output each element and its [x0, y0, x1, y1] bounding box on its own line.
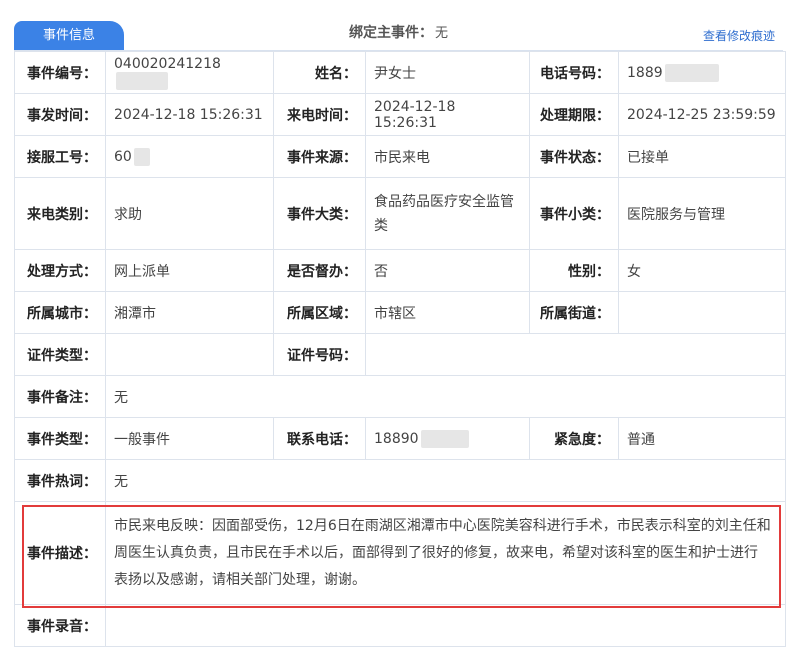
description-value: 市民来电反映：因面部受伤，12月6日在雨湖区湘潭市中心医院美容科进行手术，市民表…	[105, 501, 786, 605]
event-type-value: 一般事件	[105, 417, 274, 460]
remark-label: 事件备注：	[14, 375, 106, 418]
method-value: 网上派单	[105, 249, 274, 292]
call-type-label: 来电类别：	[14, 177, 106, 250]
bind-main-event: 绑定主事件：无	[0, 22, 797, 42]
name-value: 尹女士	[365, 51, 530, 94]
recording-label: 事件录音：	[14, 604, 106, 647]
hot-words-label: 事件热词：	[14, 459, 106, 502]
district-label: 所属区域：	[273, 291, 366, 334]
minor-cat-value: 医院服务与管理	[618, 177, 786, 250]
description-label: 事件描述：	[14, 501, 106, 605]
status-value: 已接单	[618, 135, 786, 178]
deadline-value: 2024-12-25 23:59:59	[618, 93, 786, 136]
view-history-link[interactable]: 查看修改痕迹	[703, 27, 775, 44]
agent-no-label: 接服工号：	[14, 135, 106, 178]
contact-label: 联系电话：	[273, 417, 366, 460]
table-row: 事件类型： 一般事件 联系电话： 18890 紧急度： 普通	[14, 417, 786, 460]
agent-no-text: 60	[114, 148, 132, 165]
table-row: 事件编号： 040020241218 姓名： 尹女士 电话号码： 1889	[14, 51, 786, 94]
table-row: 证件类型： 证件号码：	[14, 333, 786, 376]
status-label: 事件状态：	[529, 135, 619, 178]
table-row: 事件备注： 无	[14, 375, 786, 418]
call-time-label: 来电时间：	[273, 93, 366, 136]
call-type-value: 求助	[105, 177, 274, 250]
method-label: 处理方式：	[14, 249, 106, 292]
contact-text: 18890	[374, 430, 419, 447]
table-row: 事件热词： 无	[14, 459, 786, 502]
event-type-label: 事件类型：	[14, 417, 106, 460]
bind-main-event-value: 无	[434, 26, 448, 41]
phone-label: 电话号码：	[529, 51, 619, 94]
event-info-table: 事件编号： 040020241218 姓名： 尹女士 电话号码： 1889 事发…	[14, 51, 786, 647]
table-row: 事发时间： 2024-12-18 15:26:31 来电时间： 2024-12-…	[14, 93, 786, 136]
table-row: 事件录音：	[14, 604, 786, 647]
detail-header: 事件信息 绑定主事件：无 查看修改痕迹	[0, 0, 797, 51]
bind-main-event-label: 绑定主事件：	[348, 25, 433, 41]
contact-value: 18890	[365, 417, 530, 460]
redaction-mask	[664, 63, 719, 82]
id-type-value	[105, 333, 274, 376]
name-label: 姓名：	[273, 51, 366, 94]
agent-no-value: 60	[105, 135, 274, 178]
redaction-mask	[420, 429, 469, 448]
id-no-label: 证件号码：	[273, 333, 366, 376]
district-value: 市辖区	[365, 291, 530, 334]
major-cat-value: 食品药品医疗安全监管类	[365, 177, 530, 250]
table-row: 来电类别： 求助 事件大类： 食品药品医疗安全监管类 事件小类： 医院服务与管理	[14, 177, 786, 250]
table-row: 处理方式： 网上派单 是否督办： 否 性别： 女	[14, 249, 786, 292]
table-row: 事件描述： 市民来电反映：因面部受伤，12月6日在雨湖区湘潭市中心医院美容科进行…	[14, 501, 786, 605]
recording-value	[105, 604, 786, 647]
id-type-label: 证件类型：	[14, 333, 106, 376]
event-no-text: 040020241218	[114, 55, 221, 72]
street-value	[618, 291, 786, 334]
supervise-label: 是否督办：	[273, 249, 366, 292]
event-no-label: 事件编号：	[14, 51, 106, 94]
minor-cat-label: 事件小类：	[529, 177, 619, 250]
phone-value: 1889	[618, 51, 786, 94]
id-no-value	[365, 333, 786, 376]
table-row: 所属城市： 湘潭市 所属区域： 市辖区 所属街道：	[14, 291, 786, 334]
source-label: 事件来源：	[273, 135, 366, 178]
occur-time-label: 事发时间：	[14, 93, 106, 136]
phone-text: 1889	[627, 64, 663, 81]
redaction-mask	[133, 147, 150, 166]
hot-words-value: 无	[105, 459, 786, 502]
redaction-mask	[116, 71, 168, 90]
urgency-value: 普通	[618, 417, 786, 460]
street-label: 所属街道：	[529, 291, 619, 334]
occur-time-value: 2024-12-18 15:26:31	[105, 93, 274, 136]
call-time-value: 2024-12-18 15:26:31	[365, 93, 530, 136]
supervise-value: 否	[365, 249, 530, 292]
event-no-value: 040020241218	[105, 51, 274, 94]
remark-value: 无	[105, 375, 786, 418]
gender-value: 女	[618, 249, 786, 292]
city-value: 湘潭市	[105, 291, 274, 334]
deadline-label: 处理期限：	[529, 93, 619, 136]
major-cat-label: 事件大类：	[273, 177, 366, 250]
source-value: 市民来电	[365, 135, 530, 178]
table-row: 接服工号： 60 事件来源： 市民来电 事件状态： 已接单	[14, 135, 786, 178]
urgency-label: 紧急度：	[529, 417, 619, 460]
city-label: 所属城市：	[14, 291, 106, 334]
gender-label: 性别：	[529, 249, 619, 292]
